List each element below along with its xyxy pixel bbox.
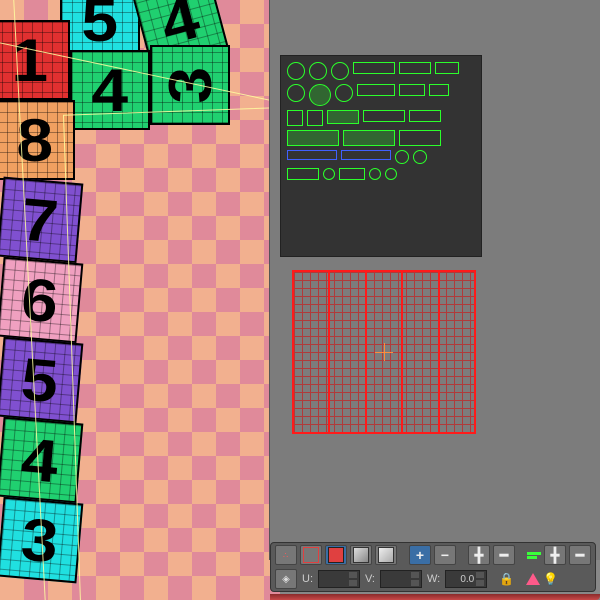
spinner-arrows[interactable] <box>476 571 484 587</box>
minus-icon: − <box>441 547 449 563</box>
spinner-arrows[interactable] <box>411 571 419 587</box>
minus-icon: ━ <box>576 547 584 564</box>
u-spinner[interactable] <box>318 570 360 588</box>
cube-icon <box>353 547 369 563</box>
uv-unwrap-shells <box>287 62 475 250</box>
dash-icon <box>527 556 537 559</box>
w-value: 0.0 <box>448 574 474 585</box>
edge-icon <box>303 547 319 563</box>
bulb-icon[interactable]: 💡 <box>543 572 558 586</box>
v-spinner[interactable] <box>380 570 422 588</box>
face-icon <box>328 547 344 563</box>
play-icon[interactable] <box>526 573 540 585</box>
w-label: W: <box>427 573 440 585</box>
w-spinner[interactable]: 0.0 <box>445 570 487 588</box>
expand-button[interactable]: ╋ <box>468 545 490 565</box>
plus-icon: ╋ <box>475 547 483 564</box>
vertex-icon: ∴ <box>283 551 289 560</box>
uv-editor-panel[interactable] <box>269 0 600 560</box>
plus-icon: + <box>416 547 424 563</box>
options-button[interactable]: ◈ <box>275 569 297 589</box>
contract-button[interactable]: ━ <box>493 545 515 565</box>
align-group <box>527 552 541 559</box>
spinner-arrows[interactable] <box>349 571 357 587</box>
window-border <box>270 594 600 600</box>
vertex-mode-button[interactable]: ∴ <box>275 545 297 565</box>
u-label: U: <box>302 573 313 585</box>
edge-mode-button[interactable] <box>300 545 322 565</box>
cube-icon <box>378 547 394 563</box>
viewport-3d[interactable]: 54143876543 <box>0 0 280 600</box>
align-button[interactable]: ╋ <box>544 545 566 565</box>
crosshair-icon <box>375 343 393 361</box>
grow-selection-button[interactable]: + <box>409 545 431 565</box>
lock-icon[interactable]: 🔒 <box>499 572 514 586</box>
uv-texture-tile <box>280 55 482 257</box>
wireframe-edge <box>63 106 280 600</box>
element-mode-button[interactable] <box>350 545 372 565</box>
dash-icon <box>527 552 541 555</box>
plus-icon: ╋ <box>551 547 559 564</box>
uv-toolbar: ∴ + − ╋ ━ ╋ ━ ◈ U: V: W: 0.0 <box>270 542 596 592</box>
face-mode-button[interactable] <box>325 545 347 565</box>
uv-selection[interactable] <box>292 270 476 434</box>
minus-icon: ━ <box>500 547 508 564</box>
v-label: V: <box>365 573 375 585</box>
poly-mode-button[interactable] <box>375 545 397 565</box>
spread-button[interactable]: ━ <box>569 545 591 565</box>
shrink-selection-button[interactable]: − <box>434 545 456 565</box>
